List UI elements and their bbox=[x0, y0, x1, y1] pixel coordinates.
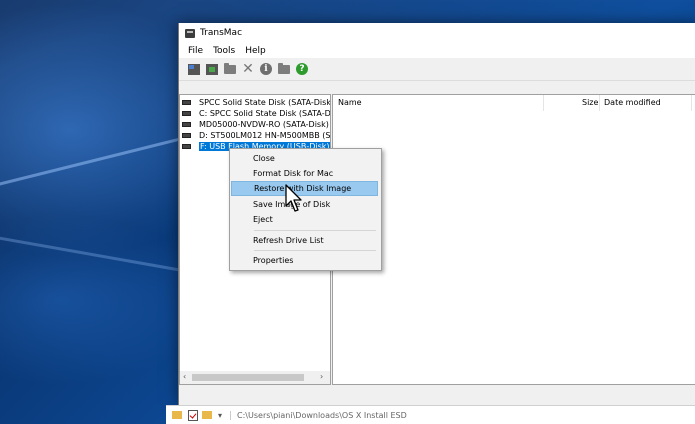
help-icon[interactable]: ? bbox=[295, 62, 309, 76]
tree-item-drive[interactable]: MD05000-NVDW-RO (SATA-Disk) bbox=[182, 119, 329, 130]
save-disk-icon[interactable] bbox=[205, 62, 219, 76]
tree-item-drive[interactable]: SPCC Solid State Disk (SATA-Disk) bbox=[182, 97, 331, 108]
tree-item-label: C: SPCC Solid State Disk (SATA-Disk) bbox=[199, 109, 331, 118]
column-divider[interactable] bbox=[599, 95, 600, 111]
scroll-right-icon[interactable]: › bbox=[320, 372, 323, 381]
hard-drive-icon bbox=[182, 111, 191, 116]
transmac-app-icon bbox=[185, 28, 195, 38]
hard-drive-icon bbox=[182, 133, 191, 138]
window-title: TransMac bbox=[200, 28, 243, 38]
column-header-date[interactable]: Date modified bbox=[604, 98, 661, 107]
hard-drive-icon bbox=[182, 122, 191, 127]
file-list-pane[interactable]: Name Size Date modified bbox=[332, 94, 695, 385]
menu-item-refresh-drive-list[interactable]: Refresh Drive List bbox=[231, 233, 378, 248]
tree-item-drive[interactable]: C: SPCC Solid State Disk (SATA-Disk) bbox=[182, 108, 331, 119]
menu-item-restore-disk-image[interactable]: Restore with Disk Image bbox=[231, 181, 378, 196]
column-divider[interactable] bbox=[691, 95, 692, 111]
folder-icon bbox=[172, 411, 182, 419]
menu-tools[interactable]: Tools bbox=[208, 46, 240, 56]
horizontal-scrollbar[interactable]: ‹ › bbox=[180, 371, 330, 384]
title-bar[interactable]: TransMac bbox=[179, 23, 695, 43]
tree-item-drive[interactable]: D: ST500LM012 HN-M500MBB (SATA bbox=[182, 130, 331, 141]
menu-item-save-image[interactable]: Save Image of Disk bbox=[231, 197, 378, 212]
menu-item-properties[interactable]: Properties bbox=[231, 253, 378, 268]
menu-help[interactable]: Help bbox=[240, 46, 271, 56]
menu-file[interactable]: File bbox=[183, 46, 208, 56]
info-icon[interactable]: i bbox=[259, 62, 273, 76]
menu-item-close[interactable]: Close bbox=[231, 151, 378, 166]
drive-context-menu: Close Format Disk for Mac Restore with D… bbox=[229, 148, 382, 271]
restore-disk-icon[interactable] bbox=[187, 62, 201, 76]
menu-separator bbox=[254, 230, 376, 231]
scroll-left-icon[interactable]: ‹ bbox=[183, 372, 186, 381]
menu-bar: File Tools Help bbox=[179, 43, 695, 58]
menu-separator bbox=[254, 250, 376, 251]
file-explorer-titlebar: ▾ C:\Users\piani\Downloads\OS X Install … bbox=[166, 405, 695, 424]
column-divider[interactable] bbox=[543, 95, 544, 111]
scrollbar-thumb[interactable] bbox=[192, 374, 304, 381]
file-list-header: Name Size Date modified bbox=[333, 95, 695, 112]
tree-item-label: MD05000-NVDW-RO (SATA-Disk) bbox=[199, 120, 329, 129]
toolbar: ✕ i ? bbox=[179, 58, 695, 81]
hard-drive-icon bbox=[182, 100, 191, 105]
properties-icon[interactable] bbox=[188, 409, 198, 421]
tree-item-label: D: ST500LM012 HN-M500MBB (SATA bbox=[199, 131, 331, 140]
new-folder-icon[interactable] bbox=[202, 411, 212, 419]
folder-icon[interactable] bbox=[223, 62, 237, 76]
mouse-pointer-icon bbox=[285, 184, 302, 212]
column-header-size[interactable]: Size bbox=[582, 98, 598, 107]
usb-drive-icon bbox=[182, 144, 191, 149]
column-header-name[interactable]: Name bbox=[338, 98, 362, 107]
explorer-path: C:\Users\piani\Downloads\OS X Install ES… bbox=[230, 410, 407, 420]
new-folder-icon[interactable] bbox=[277, 62, 291, 76]
menu-item-eject[interactable]: Eject bbox=[231, 212, 378, 227]
quick-access-dropdown-icon[interactable]: ▾ bbox=[218, 411, 222, 420]
tree-item-label: SPCC Solid State Disk (SATA-Disk) bbox=[199, 98, 331, 107]
delete-icon[interactable]: ✕ bbox=[241, 62, 255, 76]
menu-item-format-disk[interactable]: Format Disk for Mac bbox=[231, 166, 378, 181]
